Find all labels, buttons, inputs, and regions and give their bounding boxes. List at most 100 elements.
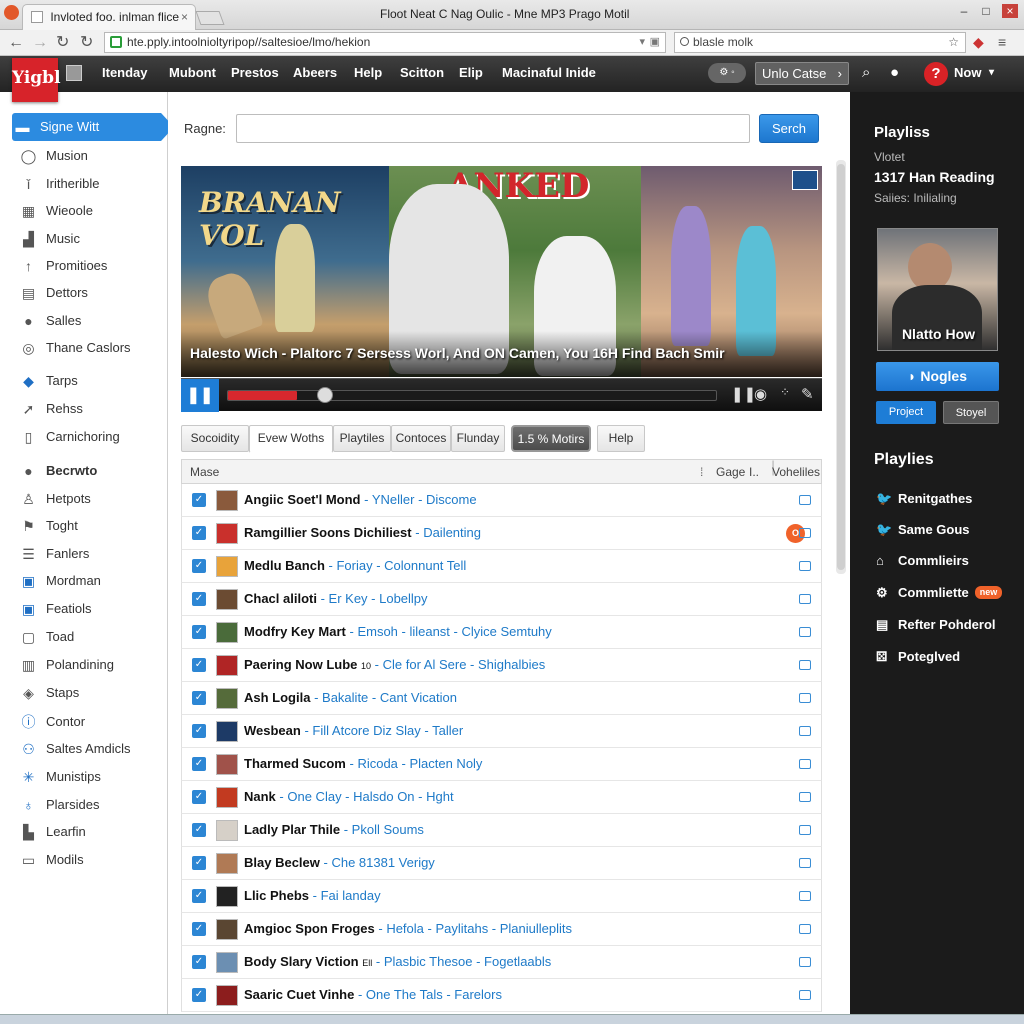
track-subtitle[interactable]: Bakalite - Cant Vication [322,690,457,705]
browser-search-field[interactable]: blasle molk ☆ [674,32,966,53]
sidebar-item-dettors[interactable]: ▤ Dettors [18,282,168,304]
table-row[interactable]: ✓ Paering Now Lube 10 - Cle for Al Sere -… [181,649,822,682]
video-icon[interactable] [799,528,811,538]
column-header-name[interactable]: Mase [190,465,219,479]
playlist-item[interactable]: 🐦 Same Gous [876,520,970,540]
video-icon[interactable] [799,792,811,802]
video-icon[interactable] [799,561,811,571]
seek-bar[interactable] [227,387,717,403]
table-row[interactable]: ✓ Ash Logila - Bakalite - Cant Vication [181,682,822,715]
track-title[interactable]: Body Slary Viction Ell - Plasbic Thesoe … [244,946,551,979]
menu-icon[interactable]: ≡ [998,34,1006,50]
checkbox[interactable]: ✓ [192,823,206,837]
sidebar-item-plarsides[interactable]: ♁ Plarsides [18,794,168,816]
table-row[interactable]: ✓ Angiic Soet'l Mond - YNeller - Discome [181,484,822,517]
sidebar-item-featiols[interactable]: ▣ Featiols [18,598,168,620]
table-row[interactable]: ✓ Amgioc Spon Froges - Hefola - Paylitahs… [181,913,822,946]
checkbox[interactable]: ✓ [192,790,206,804]
video-icon[interactable] [799,594,811,604]
star-icon[interactable]: ☆ [948,33,959,52]
nav-item-8[interactable]: Macinaful Inide [502,65,596,80]
seek-handle[interactable] [316,387,333,403]
video-icon[interactable] [799,891,811,901]
browser-tab[interactable]: Invloted foo. inlman flice × [22,4,196,30]
search-icon[interactable]: ⌕ [862,64,870,81]
video-icon[interactable] [799,627,811,637]
sidebar-item-modils[interactable]: ▭ Modils [18,849,168,871]
sidebar-item-toght[interactable]: ⚑ Toght [18,515,168,537]
scrollbar[interactable] [836,160,846,574]
track-subtitle[interactable]: Ricoda - Placten Noly [357,756,482,771]
nogles-button[interactable]: ◗ Nogles [876,362,999,391]
checkbox[interactable]: ✓ [192,493,206,507]
nav-item-1[interactable]: Itenday [102,65,148,80]
minimize-icon[interactable]: – [956,4,972,18]
maximize-icon[interactable]: □ [978,4,994,18]
video-icon[interactable] [799,924,811,934]
tab-playtiles[interactable]: Playtiles [333,425,391,452]
track-title[interactable]: Amgioc Spon Froges - Hefola - Paylitahs … [244,913,572,945]
settings-toggle[interactable]: ⚙ ◦ [708,63,746,83]
checkbox[interactable]: ✓ [192,724,206,738]
playlist-item[interactable]: ⌂ Commlieirs [876,551,969,571]
nav-item-7[interactable]: Elip [459,65,483,80]
checkbox[interactable]: ✓ [192,559,206,573]
sidebar-item-saltes-amdicls[interactable]: ⚇ Saltes Amdicls [18,738,168,760]
video-icon[interactable] [799,858,811,868]
table-row[interactable]: ✓ Nank - One Clay - Halsdo On - Hght [181,781,822,814]
sidebar-item-music[interactable]: ▟ Music [18,228,168,250]
track-title[interactable]: Ash Logila - Bakalite - Cant Vication [244,682,457,714]
sidebar-item-salles[interactable]: ● Salles [18,310,168,332]
playlist-item[interactable]: ▤ Refter Pohderol [876,615,996,635]
site-logo[interactable]: Yigbl [12,58,61,102]
pause-icon[interactable]: ❚❚ [731,385,756,403]
edit-icon[interactable]: ✎ [801,385,814,403]
track-subtitle[interactable]: Fai landay [321,888,381,903]
checkbox[interactable]: ✓ [192,757,206,771]
checkbox[interactable]: ✓ [192,691,206,705]
checkbox[interactable]: ✓ [192,625,206,639]
track-title[interactable]: Nank - One Clay - Halsdo On - Hght [244,781,454,813]
tab-flunday[interactable]: Flunday [451,425,505,452]
tab-motirs[interactable]: 1.5 % Motirs [511,425,591,452]
track-title[interactable]: Modfry Key Mart - Emsoh - lileanst - Cly… [244,616,552,648]
track-subtitle[interactable]: Hefola - Paylitahs - Planiulleplits [386,921,572,936]
tab-contoces[interactable]: Contoces [391,425,451,452]
video-icon[interactable] [799,693,811,703]
now-button[interactable]: Now [954,65,981,80]
table-row[interactable]: ✓ Llic Phebs - Fai landay [181,880,822,913]
track-title[interactable]: Llic Phebs - Fai landay [244,880,381,912]
track-subtitle[interactable]: Plasbic Thesoe - Fogetlaabls [384,954,551,969]
video-icon[interactable] [799,957,811,967]
nav-item-3[interactable]: Prestos [231,65,279,80]
sidebar-item-learfin[interactable]: ▙ Learfin [18,821,168,843]
video-icon[interactable] [799,726,811,736]
sidebar-item-polandining[interactable]: ▥ Polandining [18,654,168,676]
playlist-item[interactable]: ⚙ Commliette new [876,583,1003,603]
sidebar-item-becrwto[interactable]: ● Becrwto [18,460,168,482]
column-header-i[interactable]: I.. [749,465,759,479]
video-icon[interactable] [799,495,811,505]
nav-item-4[interactable]: Abeers [293,65,337,80]
column-header-voheliles[interactable]: Voheliles [772,465,820,479]
checkbox[interactable]: ✓ [192,922,206,936]
close-tab-icon[interactable]: × [181,5,188,29]
url-field[interactable]: hte.pply.intoolnioltyripop//saltesioe/lm… [104,32,666,53]
tab-socoidity[interactable]: Socoidity [181,425,249,452]
checkbox[interactable]: ✓ [192,955,206,969]
video-icon[interactable] [799,825,811,835]
table-row[interactable]: ✓ Wesbean - Fill Atcore Diz Slay - Taller [181,715,822,748]
nav-item-6[interactable]: Scitton [400,65,444,80]
track-subtitle[interactable]: Foriay - Colonnunt Tell [336,558,466,573]
track-subtitle[interactable]: One Clay - Halsdo On - Hght [287,789,453,804]
chevron-down-icon[interactable]: ▾ [989,67,994,78]
track-title[interactable]: Medlu Banch - Foriay - Colonnunt Tell [244,550,466,582]
sidebar-item-tarps[interactable]: ◆ Tarps [18,370,168,392]
refresh-icon[interactable]: ↻ [80,33,93,53]
table-row[interactable]: ✓ Tharmed Sucom - Ricoda - Placten Noly [181,748,822,781]
track-subtitle[interactable]: Er Key - Lobellpy [329,591,428,606]
track-title[interactable]: Chacl aliloti - Er Key - Lobellpy [244,583,428,615]
track-title[interactable]: Ladly Plar Thile - Pkoll Soums [244,814,424,846]
checkbox[interactable]: ✓ [192,526,206,540]
sidebar-item-toad[interactable]: ▢ Toad [18,626,168,648]
